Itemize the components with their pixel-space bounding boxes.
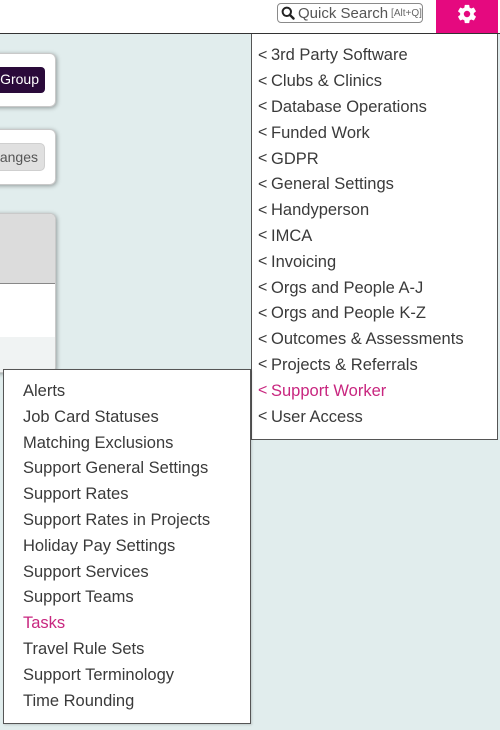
chevron-left-icon: < xyxy=(258,304,268,322)
table-header xyxy=(0,214,55,284)
chevron-left-icon: < xyxy=(258,408,268,426)
submenu-item[interactable]: Tasks xyxy=(4,611,250,637)
settings-button[interactable] xyxy=(436,0,498,33)
submenu-item[interactable]: Support Teams xyxy=(4,585,250,611)
table-card xyxy=(0,213,56,373)
menu-item-label: Outcomes & Assessments xyxy=(271,330,464,349)
menu-item[interactable]: < Handyperson xyxy=(252,198,497,224)
top-bar: Quick Search [Alt+Q] xyxy=(0,0,500,34)
menu-item-label: Support Worker xyxy=(271,381,387,400)
submenu-item[interactable]: Support General Settings xyxy=(4,456,250,482)
submenu-item[interactable]: Support Terminology xyxy=(4,663,250,689)
group-card: Group xyxy=(0,53,56,107)
submenu-item[interactable]: Alerts xyxy=(4,379,250,405)
submenu-item[interactable]: Job Card Statuses xyxy=(4,405,250,431)
quick-search-label: Quick Search xyxy=(298,4,389,22)
menu-item-label: 3rd Party Software xyxy=(271,46,408,65)
submenu-item[interactable]: Travel Rule Sets xyxy=(4,637,250,663)
menu-item[interactable]: < Orgs and People K-Z xyxy=(252,301,497,327)
chevron-left-icon: < xyxy=(258,150,268,168)
chevron-left-icon: < xyxy=(258,175,268,193)
menu-item[interactable]: < User Access xyxy=(252,404,497,430)
menu-item[interactable]: < Support Worker xyxy=(252,378,497,404)
changes-button[interactable]: Changes xyxy=(0,143,45,171)
submenu-item[interactable]: Support Rates in Projects xyxy=(4,508,250,534)
chevron-left-icon: < xyxy=(258,201,268,219)
submenu-item[interactable]: Matching Exclusions xyxy=(4,431,250,457)
menu-item-label: IMCA xyxy=(271,226,313,245)
menu-item-label: User Access xyxy=(271,407,363,426)
group-button[interactable]: Group xyxy=(0,67,45,93)
chevron-left-icon: < xyxy=(258,279,268,297)
menu-item[interactable]: < Database Operations xyxy=(252,95,497,121)
settings-menu: <3rd Party Software < Clubs & Clinics < Data… xyxy=(251,34,498,440)
chevron-left-icon: < xyxy=(258,253,268,271)
chevron-left-icon: < xyxy=(258,124,268,142)
quick-search-shortcut: [Alt+Q] xyxy=(391,7,422,19)
menu-item-label: Projects & Referrals xyxy=(271,355,418,374)
table-row xyxy=(0,337,55,372)
submenu-item[interactable]: Support Services xyxy=(4,560,250,586)
support-worker-submenu: Alerts Job Card Statuses Matching Exclusio… xyxy=(3,369,251,724)
chevron-left-icon: < xyxy=(258,46,268,64)
menu-item[interactable]: < GDPR xyxy=(252,146,497,172)
menu-item-label: GDPR xyxy=(271,149,319,168)
chevron-left-icon: < xyxy=(258,330,268,348)
menu-item[interactable]: < Projects & Referrals xyxy=(252,353,497,379)
menu-item[interactable]: <3rd Party Software xyxy=(252,43,497,69)
search-icon xyxy=(281,6,295,20)
chevron-left-icon: < xyxy=(258,382,268,400)
menu-item[interactable]: < Funded Work xyxy=(252,120,497,146)
quick-search-button[interactable]: Quick Search [Alt+Q] xyxy=(277,3,423,23)
menu-item-label: Orgs and People A-J xyxy=(271,278,424,297)
chevron-left-icon: < xyxy=(258,356,268,374)
menu-item[interactable]: < Invoicing xyxy=(252,249,497,275)
submenu-item[interactable]: Support Rates xyxy=(4,482,250,508)
submenu-item[interactable]: Holiday Pay Settings xyxy=(4,534,250,560)
chevron-left-icon: < xyxy=(258,72,268,90)
chevron-left-icon: < xyxy=(258,227,268,245)
menu-item[interactable]: < General Settings xyxy=(252,172,497,198)
menu-item-label: Database Operations xyxy=(271,97,427,116)
changes-button-label: Changes xyxy=(0,149,38,165)
menu-item-label: Clubs & Clinics xyxy=(271,72,382,91)
changes-card: Changes xyxy=(0,129,56,185)
menu-item-label: Handyperson xyxy=(271,201,370,220)
chevron-left-icon: < xyxy=(258,98,268,116)
menu-item-label: Orgs and People K-Z xyxy=(271,304,426,323)
menu-item[interactable]: < Outcomes & Assessments xyxy=(252,327,497,353)
submenu-item[interactable]: Time Rounding xyxy=(4,689,250,715)
menu-item[interactable]: < Clubs & Clinics xyxy=(252,69,497,95)
gear-icon xyxy=(456,3,478,30)
menu-item-label: General Settings xyxy=(271,175,394,194)
menu-item-label: Invoicing xyxy=(271,252,337,271)
menu-item[interactable]: < IMCA xyxy=(252,224,497,250)
menu-item[interactable]: < Orgs and People A-J xyxy=(252,275,497,301)
menu-item-label: Funded Work xyxy=(271,123,370,142)
